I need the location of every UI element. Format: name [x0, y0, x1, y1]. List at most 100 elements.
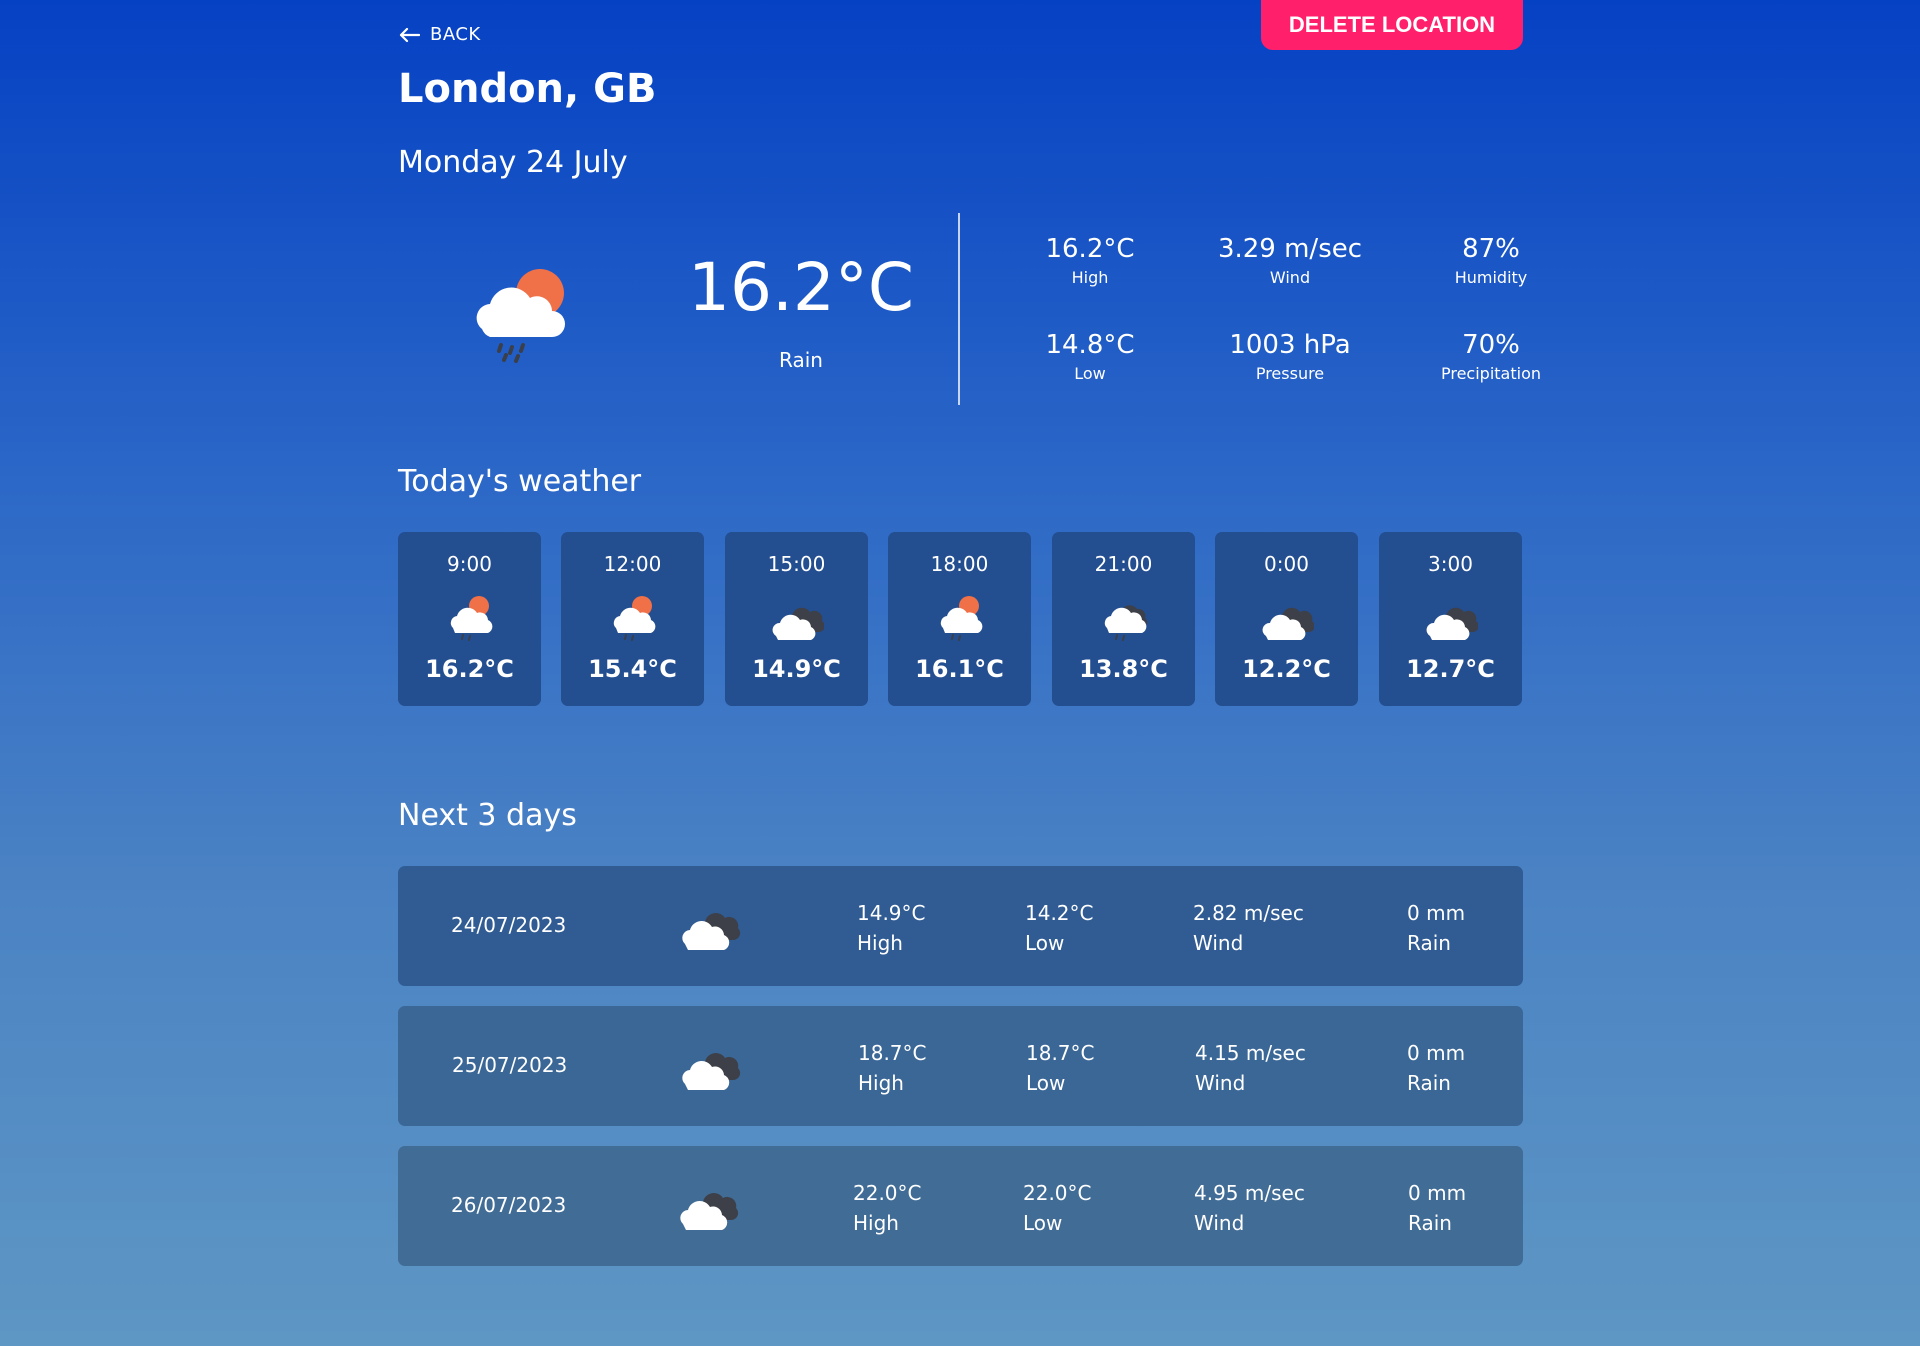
forecast-rain-value: 0 mm	[1407, 901, 1466, 925]
next-days-heading: Next 3 days	[398, 798, 577, 833]
stat-wind: 3.29 m/sec Wind	[1190, 233, 1390, 289]
stat-high: 16.2°C High	[990, 233, 1190, 289]
forecast-rain-value: 0 mm	[1407, 1041, 1466, 1065]
hour-time: 9:00	[447, 552, 492, 576]
weather-page: BACK DELETE LOCATION London, GB Monday 2…	[398, 0, 1541, 1346]
forecast-wind: 2.82 m/sec Wind	[1193, 898, 1304, 958]
forecast-high: 22.0°C High	[853, 1178, 922, 1238]
back-label: BACK	[430, 24, 481, 45]
hour-temp: 15.4°C	[588, 655, 677, 683]
cloud-sun-rain-icon	[933, 590, 987, 644]
cloud-sun-rain-icon	[468, 259, 573, 364]
forecast-high-label: High	[858, 1071, 904, 1095]
current-date: Monday 24 July	[398, 145, 628, 180]
stat-value: 14.8°C	[1045, 330, 1135, 360]
clouds-icon	[677, 1178, 739, 1234]
hour-card[interactable]: 15:00 14.9°C	[725, 532, 868, 706]
hour-time: 18:00	[930, 552, 989, 576]
hour-time: 15:00	[767, 552, 826, 576]
forecast-high: 18.7°C High	[858, 1038, 927, 1098]
stat-pressure: 1003 hPa Pressure	[1190, 329, 1390, 385]
page-title: London, GB	[398, 66, 657, 112]
stat-label: Humidity	[1454, 268, 1528, 287]
forecast-rain: 0 mm Rain	[1407, 898, 1465, 958]
stat-humidity: 87% Humidity	[1391, 233, 1591, 289]
stat-value: 70%	[1462, 330, 1520, 360]
forecast-wind-value: 4.95 m/sec	[1194, 1181, 1305, 1205]
forecast-wind: 4.15 m/sec Wind	[1195, 1038, 1306, 1098]
stat-label: Pressure	[1255, 364, 1325, 383]
forecast-low-label: Low	[1025, 931, 1065, 955]
forecast-low-label: Low	[1023, 1211, 1063, 1235]
hour-temp: 16.1°C	[915, 655, 1004, 683]
hour-card[interactable]: 12:00 15.4°C	[561, 532, 704, 706]
forecast-high-value: 18.7°C	[858, 1041, 927, 1065]
forecast-rain: 0 mm Rain	[1408, 1178, 1466, 1238]
current-temperature: 16.2°C	[687, 249, 915, 326]
hour-card[interactable]: 9:00 16.2°C	[398, 532, 541, 706]
stat-label: Low	[1074, 364, 1106, 383]
forecast-date: 24/07/2023	[451, 913, 567, 937]
delete-location-button[interactable]: DELETE LOCATION	[1261, 0, 1523, 50]
back-button[interactable]: BACK	[398, 24, 481, 45]
forecast-rain-value: 0 mm	[1408, 1181, 1467, 1205]
hour-card[interactable]: 3:00 12.7°C	[1379, 532, 1522, 706]
stat-value: 87%	[1462, 234, 1520, 264]
hour-card[interactable]: 18:00 16.1°C	[888, 532, 1031, 706]
clouds-icon	[1424, 590, 1479, 644]
hour-card[interactable]: 0:00 12.2°C	[1215, 532, 1358, 706]
hour-temp: 12.2°C	[1242, 655, 1331, 683]
forecast-high: 14.9°C High	[857, 898, 926, 958]
cloud-sun-rain-icon	[443, 590, 497, 644]
forecast-high-value: 22.0°C	[853, 1181, 922, 1205]
forecast-high-label: High	[853, 1211, 899, 1235]
hour-temp: 14.9°C	[752, 655, 841, 683]
hour-temp: 16.2°C	[425, 655, 514, 683]
hour-time: 12:00	[603, 552, 662, 576]
forecast-low-value: 14.2°C	[1025, 901, 1094, 925]
clouds-icon	[770, 590, 825, 644]
arrow-left-icon	[398, 27, 420, 43]
forecast-date: 26/07/2023	[451, 1193, 567, 1217]
forecast-row[interactable]: 25/07/2023 18.7°C High 18.7°C Low 4.15 m…	[398, 1006, 1523, 1126]
current-conditions: 16.2°C Rain 16.2°C High 3.29 m/sec Wind …	[398, 213, 1541, 405]
forecast-rain-label: Rain	[1407, 931, 1451, 955]
forecast-row[interactable]: 26/07/2023 22.0°C High 22.0°C Low 4.95 m…	[398, 1146, 1523, 1266]
forecast-rain: 0 mm Rain	[1407, 1038, 1465, 1098]
forecast-wind-label: Wind	[1193, 931, 1244, 955]
forecast-low: 18.7°C Low	[1026, 1038, 1095, 1098]
hour-temp: 13.8°C	[1079, 655, 1168, 683]
divider	[958, 213, 960, 405]
hour-time: 3:00	[1428, 552, 1473, 576]
stat-label: Wind	[1269, 268, 1311, 287]
forecast-low-label: Low	[1026, 1071, 1066, 1095]
forecast-low: 22.0°C Low	[1023, 1178, 1092, 1238]
stat-precipitation: 70% Precipitation	[1391, 329, 1591, 385]
stat-label: High	[1071, 268, 1109, 287]
hour-time: 0:00	[1264, 552, 1309, 576]
stat-value: 1003 hPa	[1229, 330, 1351, 360]
forecast-low-value: 22.0°C	[1023, 1181, 1092, 1205]
forecast-low: 14.2°C Low	[1025, 898, 1094, 958]
forecast-row[interactable]: 24/07/2023 14.9°C High 14.2°C Low 2.82 m…	[398, 866, 1523, 986]
forecast-wind-value: 2.82 m/sec	[1193, 901, 1304, 925]
forecast-wind-label: Wind	[1194, 1211, 1245, 1235]
forecast-wind-label: Wind	[1195, 1071, 1246, 1095]
current-condition: Rain	[779, 348, 823, 372]
stat-value: 16.2°C	[1045, 234, 1135, 264]
todays-weather-heading: Today's weather	[398, 464, 642, 499]
forecast-low-value: 18.7°C	[1026, 1041, 1095, 1065]
forecast-rain-label: Rain	[1407, 1071, 1451, 1095]
forecast-high-value: 14.9°C	[857, 901, 926, 925]
hourly-forecast: 9:00 16.2°C 12:00 15.4°C 15:00 14.9°C 18…	[398, 532, 1523, 706]
clouds-icon	[679, 1038, 741, 1094]
cloud-rain-icon	[1097, 590, 1151, 644]
hour-card[interactable]: 21:00 13.8°C	[1052, 532, 1195, 706]
forecast-rain-label: Rain	[1408, 1211, 1452, 1235]
hour-time: 21:00	[1094, 552, 1153, 576]
stat-label: Precipitation	[1440, 364, 1541, 383]
stat-low: 14.8°C Low	[990, 329, 1190, 385]
hour-temp: 12.7°C	[1406, 655, 1495, 683]
cloud-sun-rain-icon	[606, 590, 660, 644]
forecast-wind: 4.95 m/sec Wind	[1194, 1178, 1305, 1238]
